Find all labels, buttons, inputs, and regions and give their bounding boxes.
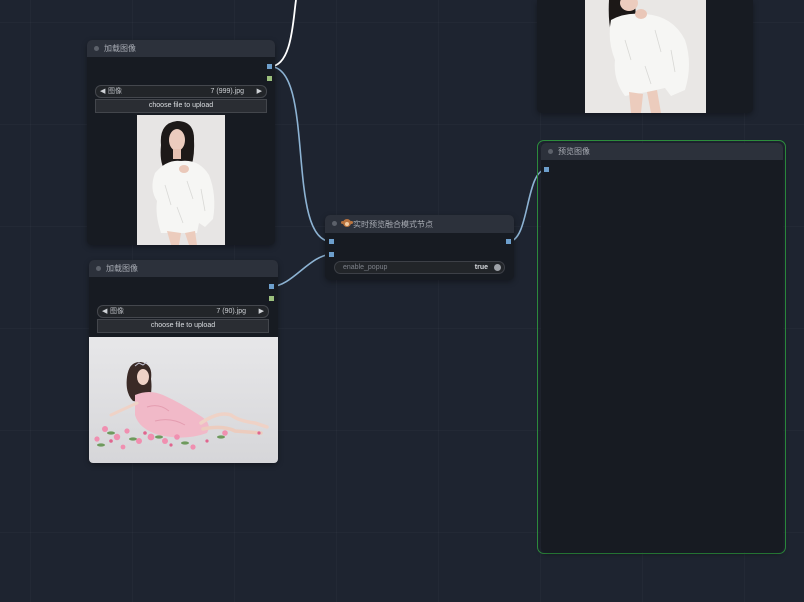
node-title: 加载图像 <box>104 44 136 53</box>
image-combo[interactable]: ◀ 图像 7 (999).jpg ▶ <box>95 85 267 98</box>
image-combo[interactable]: ◀ 图像 7 (90).jpg ▶ <box>97 305 269 318</box>
image-preview <box>585 0 706 113</box>
node-title: 预览图像 <box>558 147 590 156</box>
mask-output-slot[interactable] <box>269 296 274 301</box>
load-image-node-1[interactable]: 加载图像 ◀ 图像 7 (999).jpg ▶ choose file to u… <box>87 40 275 245</box>
toggle-value[interactable]: true <box>475 262 488 273</box>
partial-image-node[interactable] <box>537 0 753 113</box>
toggle-label: enable_popup <box>343 264 388 271</box>
combo-label: 图像 <box>108 88 122 95</box>
collapse-dot-icon[interactable] <box>332 221 337 226</box>
mask-output-slot[interactable] <box>267 76 272 81</box>
collapse-dot-icon[interactable] <box>548 149 553 154</box>
combo-prev-arrow[interactable]: ◀ <box>100 86 105 97</box>
monkey-icon <box>341 219 351 227</box>
combo-label: 图像 <box>110 308 124 315</box>
node-header[interactable]: 实时预览融合模式节点 <box>325 215 514 233</box>
image-preview <box>89 337 278 463</box>
preview-image-node[interactable]: 预览图像 <box>541 143 783 552</box>
link-load-image-2-to-blend <box>271 253 332 288</box>
upload-button[interactable]: choose file to upload <box>95 99 267 113</box>
node-title: 实时预览融合模式节点 <box>353 220 433 229</box>
upload-button[interactable]: choose file to upload <box>97 319 269 333</box>
collapse-dot-icon[interactable] <box>94 46 99 51</box>
image-output-slot[interactable] <box>269 284 274 289</box>
image-preview <box>137 115 225 245</box>
node-header[interactable]: 预览图像 <box>541 143 783 160</box>
link-load-image-1-to-blend <box>269 65 332 243</box>
enable-popup-toggle[interactable]: enable_popup true <box>334 261 505 274</box>
combo-value[interactable]: 7 (999).jpg <box>211 86 244 97</box>
node-title: 加载图像 <box>106 264 138 273</box>
combo-next-arrow[interactable]: ▶ <box>257 86 262 97</box>
image-output-slot[interactable] <box>506 239 511 244</box>
combo-next-arrow[interactable]: ▶ <box>259 306 264 317</box>
collapse-dot-icon[interactable] <box>96 266 101 271</box>
node-header[interactable]: 加载图像 <box>87 40 275 57</box>
combo-value[interactable]: 7 (90).jpg <box>216 306 246 317</box>
combo-prev-arrow[interactable]: ◀ <box>102 306 107 317</box>
image-output-slot[interactable] <box>267 64 272 69</box>
blend-mode-preview-node[interactable]: 实时预览融合模式节点 enable_popup true <box>325 215 514 280</box>
node-canvas[interactable]: 加载图像 ◀ 图像 7 (999).jpg ▶ choose file to u… <box>0 0 804 602</box>
toggle-knob-icon[interactable] <box>494 264 501 271</box>
image-input-slot-2[interactable] <box>329 252 334 257</box>
image-input-slot[interactable] <box>544 167 549 172</box>
node-header[interactable]: 加载图像 <box>89 260 278 277</box>
image-input-slot-1[interactable] <box>329 239 334 244</box>
load-image-node-2[interactable]: 加载图像 ◀ 图像 7 (90).jpg ▶ choose file to up… <box>89 260 278 463</box>
